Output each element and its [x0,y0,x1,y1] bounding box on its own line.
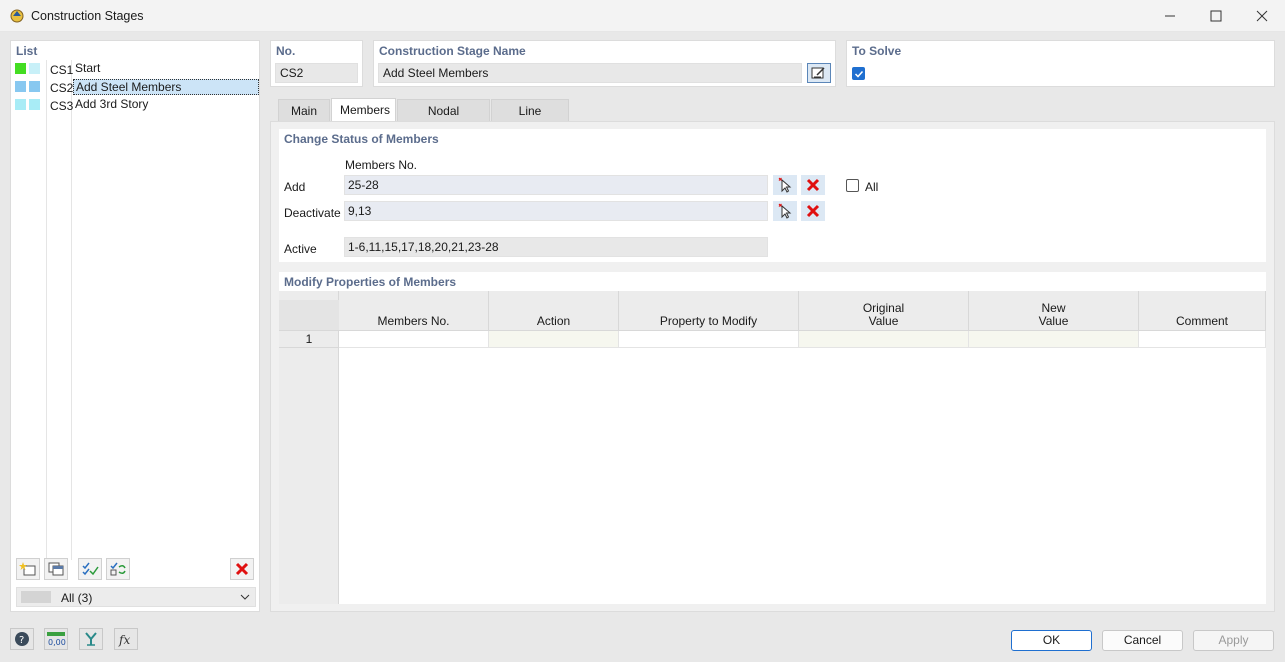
to-solve-checkbox[interactable] [852,67,865,80]
title-bar: Construction Stages [0,0,1285,32]
new-stage-button[interactable] [16,558,40,580]
close-button[interactable] [1239,0,1285,32]
to-solve-label: To Solve [852,44,901,58]
ok-button[interactable]: OK [1011,630,1092,651]
pick-members-button[interactable] [773,175,797,195]
add-label: Add [284,180,305,194]
change-status-caption: Change Status of Members [284,132,439,146]
app-icon [9,7,25,23]
list-item-cs3[interactable]: CS3 Add 3rd Story [11,96,259,114]
check-all-icon[interactable] [78,558,102,580]
add-members-field[interactable]: 25-28 [344,175,768,195]
cell-original-value[interactable] [799,331,969,348]
cell-new-value[interactable] [969,331,1139,348]
list-caption: List [16,44,37,58]
svg-text:fx: fx [118,633,130,647]
name-label: Construction Stage Name [379,44,526,58]
tab-main[interactable]: Main [278,99,330,121]
copy-stage-button[interactable] [44,558,68,580]
list-filter-dropdown[interactable]: All (3) [16,587,256,607]
clear-add-button[interactable] [801,175,825,195]
deactivate-members-field[interactable]: 9,13 [344,201,768,221]
modify-properties-section: Modify Properties of Members Members No.… [279,272,1266,604]
row-number: 1 [279,331,339,348]
list-item-name: Add Steel Members [73,79,259,95]
column-header-members-no[interactable]: Members No. [339,291,489,331]
tab-line-hinges[interactable]: Line Hinges [491,99,569,121]
list-item-id: CS3 [50,99,73,113]
dialog-body: List CS1 Start CS2 Add Steel Members CS3… [0,32,1285,662]
list-divider [46,60,47,560]
deactivate-label: Deactivate [284,206,341,220]
name-panel: Construction Stage Name Add Steel Member… [373,40,836,87]
minimize-button[interactable] [1147,0,1193,32]
function-icon[interactable]: fx [114,628,138,650]
active-label: Active [284,242,317,256]
stage-no-field: CS2 [275,63,358,83]
list-item-id: CS2 [50,81,73,95]
help-icon[interactable]: ? [10,628,34,650]
maximize-button[interactable] [1193,0,1239,32]
filter-value: All (3) [61,591,92,605]
table-corner [279,300,339,331]
toggle-check-icon[interactable] [106,558,130,580]
column-header-property[interactable]: Property to Modify [619,291,799,331]
stage-color-swatch [15,99,26,110]
to-solve-panel: To Solve [846,40,1275,87]
tab-nodal-supports[interactable]: Nodal Supports [397,99,490,121]
list-divider [71,60,72,560]
window-title: Construction Stages [31,9,144,23]
all-checkbox[interactable] [846,179,859,192]
all-label: All [865,180,878,194]
filter-color-chip [21,591,51,603]
cell-comment[interactable] [1139,331,1266,348]
list-item-cs2[interactable]: CS2 Add Steel Members [11,78,259,96]
list-item-id: CS1 [50,63,73,77]
column-header-comment[interactable]: Comment [1139,291,1266,331]
cell-action[interactable] [489,331,619,348]
modify-caption: Modify Properties of Members [284,275,456,289]
cancel-button[interactable]: Cancel [1102,630,1183,651]
pick-members-button[interactable] [773,201,797,221]
stage-color-swatch [29,63,40,74]
column-header-new-value[interactable]: New Value [969,291,1139,331]
svg-text:?: ? [19,635,24,646]
stage-name-field[interactable]: Add Steel Members [378,63,802,83]
no-label: No. [276,44,295,58]
chevron-down-icon [239,591,251,606]
no-panel: No. CS2 [270,40,363,87]
edit-name-button[interactable] [807,63,831,83]
cell-members-no[interactable] [339,331,489,348]
column-header-original-value[interactable]: Original Value [799,291,969,331]
stage-color-swatch [15,81,26,92]
delete-stage-button[interactable] [230,558,254,580]
list-item-name: Start [73,61,259,77]
stage-color-swatch [29,99,40,110]
list-panel: List CS1 Start CS2 Add Steel Members CS3… [10,40,260,612]
stage-color-swatch [29,81,40,92]
svg-text:0,00: 0,00 [48,638,66,647]
model-icon[interactable] [79,628,103,650]
cell-property[interactable] [619,331,799,348]
change-status-section: Change Status of Members Members No. Add… [279,129,1266,262]
clear-deactivate-button[interactable] [801,201,825,221]
tab-members[interactable]: Members [331,98,396,122]
list-item-name: Add 3rd Story [73,97,259,113]
units-icon[interactable]: 0,00 [44,628,68,650]
stage-color-swatch [15,63,26,74]
column-header-action[interactable]: Action [489,291,619,331]
members-no-label: Members No. [345,158,417,172]
members-tab-content: Change Status of Members Members No. Add… [270,121,1275,612]
list-item-cs1[interactable]: CS1 Start [11,60,259,78]
active-members-field: 1-6,11,15,17,18,20,21,23-28 [344,237,768,257]
apply-button[interactable]: Apply [1193,630,1274,651]
